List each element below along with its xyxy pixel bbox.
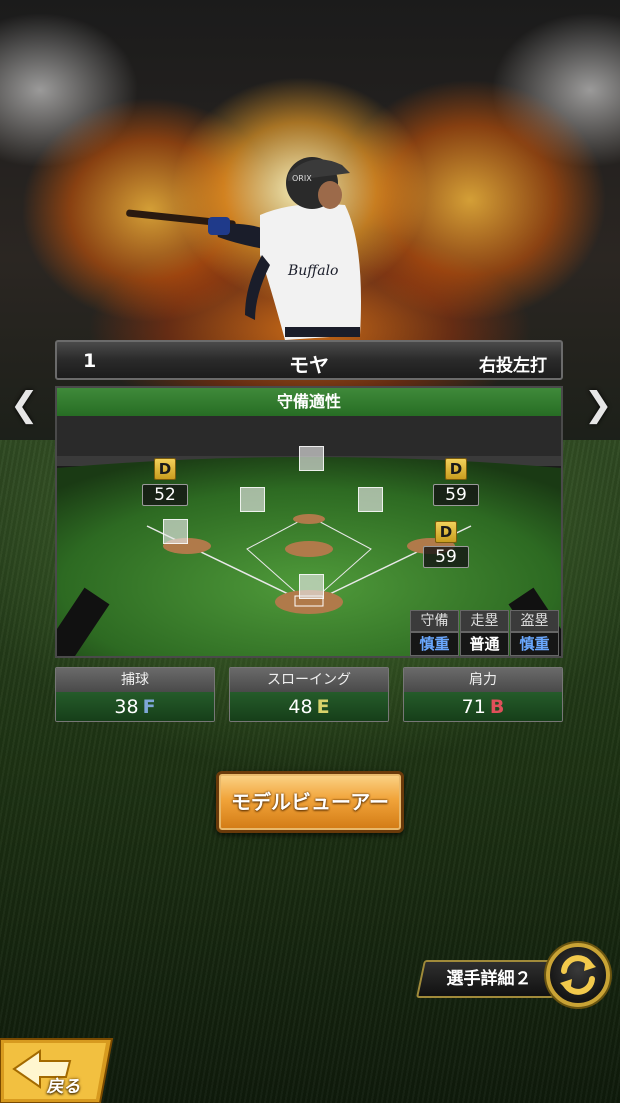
swap-arrows-icon	[560, 955, 596, 995]
position-value: 59	[433, 484, 479, 506]
trait-value: 普通	[460, 632, 509, 656]
position-marker-center-field	[299, 446, 324, 471]
prev-player-arrow-icon[interactable]: ❮	[10, 385, 39, 425]
svg-text:Buffalo: Buffalo	[287, 263, 338, 279]
stat-value: 48	[288, 696, 313, 718]
position-marker-catcher	[299, 574, 324, 599]
stat-throwing: スローイング 48 E	[229, 667, 389, 722]
trait-value: 慎重	[410, 632, 459, 656]
stat-value: 38	[114, 696, 139, 718]
position-marker-shortstop	[240, 487, 265, 512]
position-value: 59	[423, 546, 469, 568]
stat-grade: E	[316, 696, 330, 718]
trait-value: 慎重	[510, 632, 559, 656]
stat-grade: F	[142, 696, 156, 718]
fielding-traits-table: 守備 慎重 走塁 普通 盗塁 慎重	[410, 610, 560, 656]
position-marker-third-base	[163, 519, 188, 544]
stat-label: スローイング	[230, 668, 388, 692]
player-image: Buffalo ORIX	[126, 157, 361, 340]
stat-value: 71	[461, 696, 486, 718]
position-grade-badge: D	[435, 521, 457, 543]
position-marker-second-base-inner	[358, 487, 383, 512]
trait-label: 走塁	[460, 610, 509, 632]
defense-panel-title: 守備適性	[57, 388, 561, 416]
trait-label: 盗塁	[510, 610, 559, 632]
model-viewer-button[interactable]: モデルビューアー	[216, 771, 404, 833]
stat-label: 捕球	[56, 668, 214, 692]
stat-label: 肩力	[404, 668, 562, 692]
back-button-label: 戻る	[45, 1077, 84, 1097]
player-detail-2-button[interactable]: 選手詳細２	[415, 960, 563, 998]
player-handedness: 右投左打	[479, 356, 547, 376]
stat-value-row: 71 B	[404, 692, 562, 721]
stat-grade: B	[489, 696, 505, 718]
position-value: 52	[142, 484, 188, 506]
player-detail-2-label: 選手詳細２	[446, 969, 532, 989]
player-name-bar: 1 モヤ 右投左打	[55, 340, 563, 380]
stat-arm-strength: 肩力 71 B	[403, 667, 563, 722]
trait-baserunning: 走塁 普通	[460, 610, 509, 656]
defense-aptitude-panel: 守備適性 D 52 D 59 D 59 守備 慎重 走塁 普通 盗塁 慎重	[55, 386, 563, 658]
stat-value-row: 48 E	[230, 692, 388, 721]
next-player-arrow-icon[interactable]: ❯	[584, 385, 613, 425]
stat-value-row: 38 F	[56, 692, 214, 721]
swap-button[interactable]	[546, 943, 610, 1007]
stat-catching: 捕球 38 F	[55, 667, 215, 722]
svg-text:ORIX: ORIX	[292, 174, 312, 183]
trait-defense: 守備 慎重	[410, 610, 459, 656]
position-grade-badge: D	[445, 458, 467, 480]
position-grade-badge: D	[154, 458, 176, 480]
trait-label: 守備	[410, 610, 459, 632]
trait-stealing: 盗塁 慎重	[510, 610, 559, 656]
